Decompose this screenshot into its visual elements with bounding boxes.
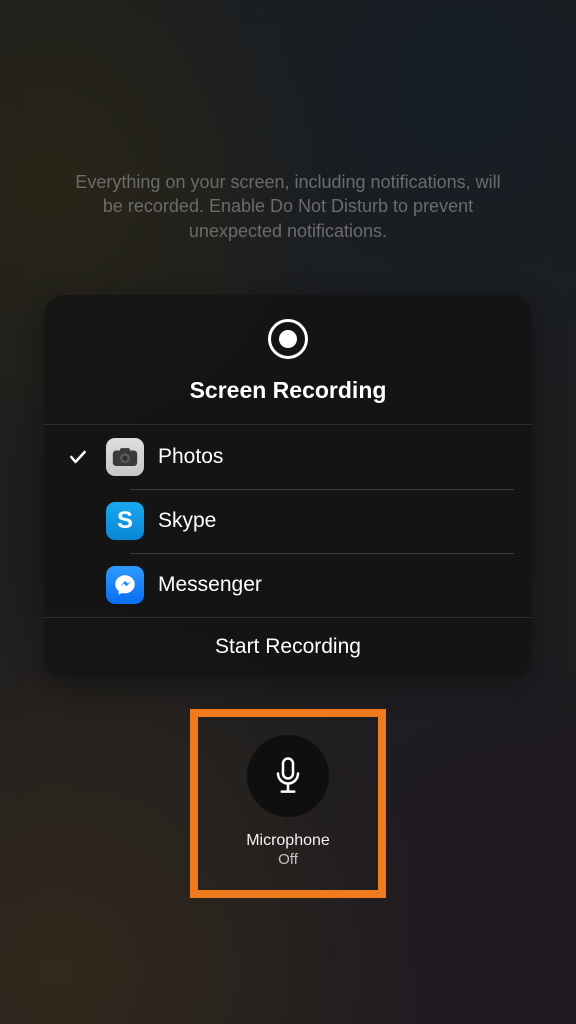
- app-row-photos[interactable]: Photos: [44, 425, 532, 489]
- screen-recording-sheet-overlay: Everything on your screen, including not…: [0, 0, 576, 1024]
- microphone-labels: Microphone Off: [246, 831, 330, 870]
- app-row-messenger[interactable]: Messenger: [44, 553, 532, 617]
- screen-recording-panel: Screen Recording Photos S Skype Messenge…: [44, 295, 532, 677]
- app-label: Skype: [158, 509, 216, 533]
- photos-app-icon: [106, 438, 144, 476]
- app-row-skype[interactable]: S Skype: [44, 489, 532, 553]
- microphone-title: Microphone: [246, 831, 330, 851]
- app-label: Messenger: [158, 573, 262, 597]
- microphone-toggle-button[interactable]: [247, 735, 329, 817]
- panel-header: Screen Recording: [44, 295, 532, 425]
- microphone-highlight-box: Microphone Off: [190, 709, 386, 898]
- panel-title: Screen Recording: [190, 377, 387, 404]
- skype-app-icon: S: [106, 502, 144, 540]
- start-recording-button[interactable]: Start Recording: [44, 617, 532, 677]
- messenger-app-icon: [106, 566, 144, 604]
- recording-hint-text: Everything on your screen, including not…: [73, 170, 503, 243]
- microphone-status: Off: [246, 851, 330, 870]
- record-icon: [266, 317, 310, 361]
- microphone-icon: [273, 757, 303, 795]
- app-label: Photos: [158, 445, 223, 469]
- checkmark-icon: [64, 447, 92, 467]
